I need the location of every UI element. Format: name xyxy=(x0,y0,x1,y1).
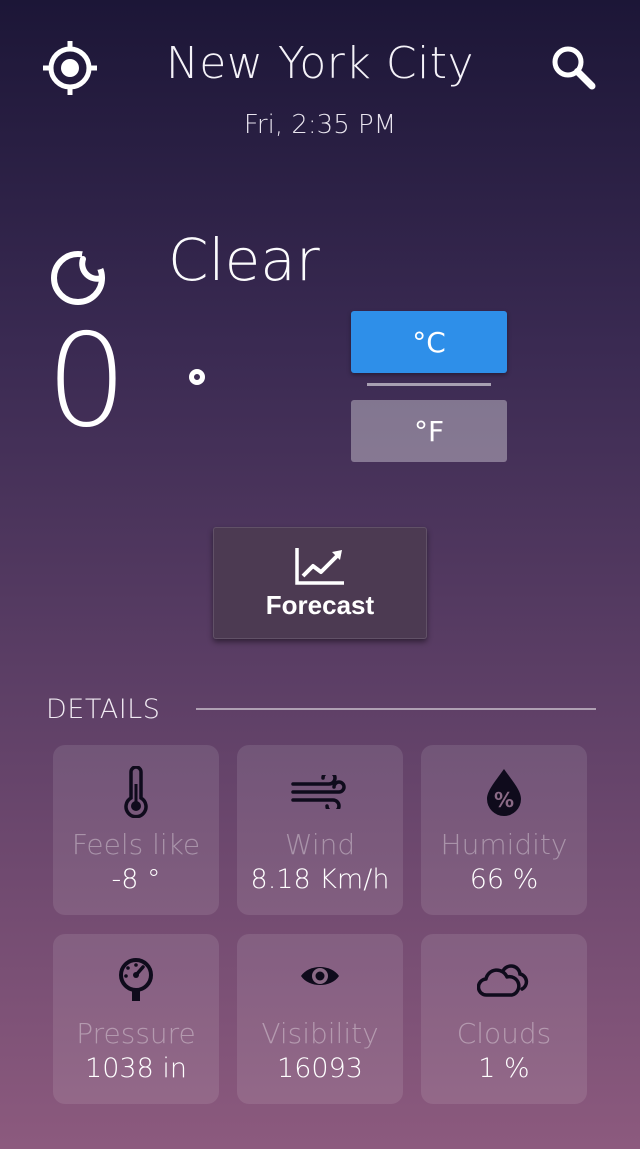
search-icon xyxy=(552,46,596,90)
detail-label: Clouds xyxy=(456,1017,552,1050)
degree-symbol xyxy=(189,369,205,385)
crosshair-icon xyxy=(43,41,97,95)
detail-value: 8.18 Km/h xyxy=(250,864,390,895)
search-button[interactable] xyxy=(540,34,606,100)
moon-icon xyxy=(48,244,112,308)
detail-card-clouds: Clouds 1 % xyxy=(421,934,587,1104)
detail-label: Pressure xyxy=(76,1017,196,1050)
detail-label: Feels like xyxy=(71,828,201,861)
pressure-gauge-icon xyxy=(53,954,219,1008)
cloud-icon xyxy=(421,954,587,1008)
celsius-toggle[interactable]: °C xyxy=(351,311,507,373)
detail-value: 16093 xyxy=(277,1053,363,1084)
detail-card-visibility: Visibility 16093 xyxy=(237,934,403,1104)
locate-button[interactable] xyxy=(36,34,104,102)
detail-value: -8 ° xyxy=(111,864,161,895)
detail-card-feels-like: Feels like -8 ° xyxy=(53,745,219,915)
svg-text:%: % xyxy=(494,788,514,812)
forecast-button[interactable]: Forecast xyxy=(213,527,427,639)
eye-icon xyxy=(237,954,403,1008)
detail-value: 66 % xyxy=(469,864,539,895)
unit-divider xyxy=(367,383,491,386)
thermometer-icon xyxy=(53,765,219,819)
detail-label: Wind xyxy=(284,828,356,861)
wind-icon xyxy=(237,765,403,819)
temperature-value: 0 xyxy=(46,307,128,456)
humidity-drop-icon: % xyxy=(421,765,587,819)
date-time: Fri, 2:35 PM xyxy=(243,110,397,140)
details-divider xyxy=(196,708,596,710)
city-name: New York City xyxy=(165,38,475,89)
details-heading: DETAILS xyxy=(46,694,161,725)
detail-card-wind: Wind 8.18 Km/h xyxy=(237,745,403,915)
detail-value: 1038 in xyxy=(85,1053,187,1084)
detail-card-humidity: % Humidity 66 % xyxy=(421,745,587,915)
detail-value: 1 % xyxy=(478,1053,530,1084)
detail-card-pressure: Pressure 1038 in xyxy=(53,934,219,1104)
trend-chart-icon xyxy=(295,547,344,585)
weather-condition: Clear xyxy=(168,226,320,294)
forecast-label: Forecast xyxy=(265,589,375,620)
fahrenheit-toggle[interactable]: °F xyxy=(351,400,507,462)
detail-label: Humidity xyxy=(440,828,568,861)
detail-label: Visibility xyxy=(261,1017,379,1050)
